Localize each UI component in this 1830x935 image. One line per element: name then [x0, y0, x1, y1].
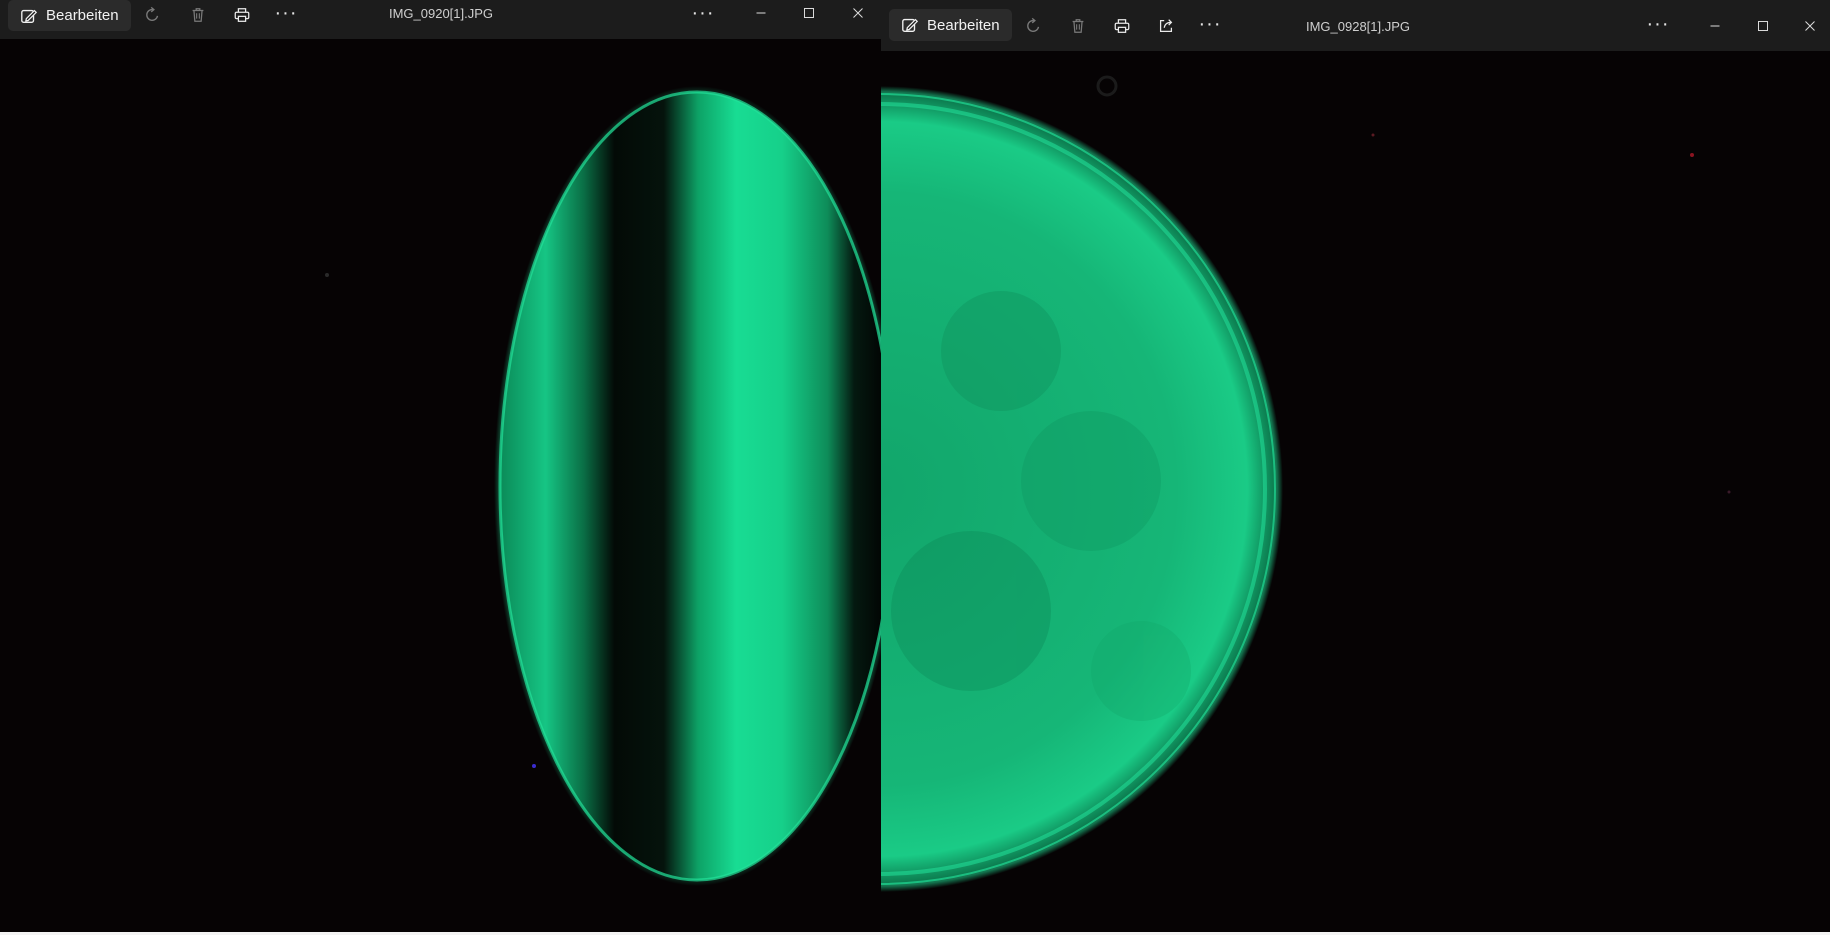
minimize-icon	[756, 12, 766, 14]
share-icon	[1159, 19, 1173, 33]
photo-viewer-window-right: Bearbeiten ··· IMG_0928[1].JPG ···	[881, 0, 1830, 932]
rotate-button[interactable]	[1018, 10, 1050, 42]
file-name: IMG_0920[1].JPG	[388, 6, 494, 21]
more-icon: ···	[1646, 13, 1670, 35]
maximize-icon	[1758, 21, 1768, 31]
minimize-button[interactable]	[1699, 10, 1731, 42]
file-name: IMG_0928[1].JPG	[1305, 19, 1411, 34]
maximize-icon	[804, 8, 814, 18]
title-bar: Bearbeiten	[881, 0, 1830, 51]
more-options-button[interactable]: ···	[1194, 8, 1226, 40]
close-button[interactable]	[1794, 10, 1826, 42]
delete-icon	[192, 8, 204, 22]
share-button[interactable]	[1150, 10, 1182, 42]
photo-viewer-window-left: Bearbeiten ··· IMG_0920[1].JPG ···	[0, 0, 881, 932]
delete-button[interactable]	[1062, 10, 1094, 42]
print-button[interactable]	[1106, 10, 1138, 42]
print-button[interactable]	[226, 0, 258, 31]
rotate-icon	[1027, 17, 1040, 33]
title-bar: Bearbeiten	[0, 0, 881, 39]
minimize-button[interactable]	[745, 0, 777, 29]
edit-icon	[21, 9, 38, 23]
edit-icon	[902, 18, 919, 32]
window-more-button[interactable]: ···	[687, 0, 719, 29]
maximize-button[interactable]	[793, 0, 825, 29]
print-icon	[1114, 19, 1130, 33]
delete-icon	[1072, 19, 1084, 33]
photo-right	[881, 51, 1830, 932]
image-canvas[interactable]	[0, 39, 881, 932]
maximize-button[interactable]	[1747, 10, 1779, 42]
edit-button[interactable]: Bearbeiten	[8, 0, 131, 31]
close-button[interactable]	[842, 0, 874, 29]
rotate-button[interactable]	[137, 0, 169, 31]
print-icon	[234, 8, 250, 22]
close-icon	[853, 8, 863, 18]
more-icon: ···	[274, 2, 298, 24]
edit-button-label: Bearbeiten	[46, 7, 119, 24]
edit-button[interactable]: Bearbeiten	[889, 9, 1012, 41]
rotate-icon	[146, 6, 159, 22]
minimize-icon	[1710, 25, 1720, 27]
image-canvas[interactable]	[881, 51, 1830, 932]
close-icon	[1805, 21, 1815, 31]
more-icon: ···	[691, 2, 715, 24]
photo-left	[0, 39, 881, 932]
more-options-button[interactable]: ···	[270, 0, 302, 29]
delete-button[interactable]	[182, 0, 214, 31]
edit-button-label: Bearbeiten	[927, 16, 1000, 34]
more-icon: ···	[1198, 13, 1222, 35]
window-more-button[interactable]: ···	[1642, 8, 1674, 40]
